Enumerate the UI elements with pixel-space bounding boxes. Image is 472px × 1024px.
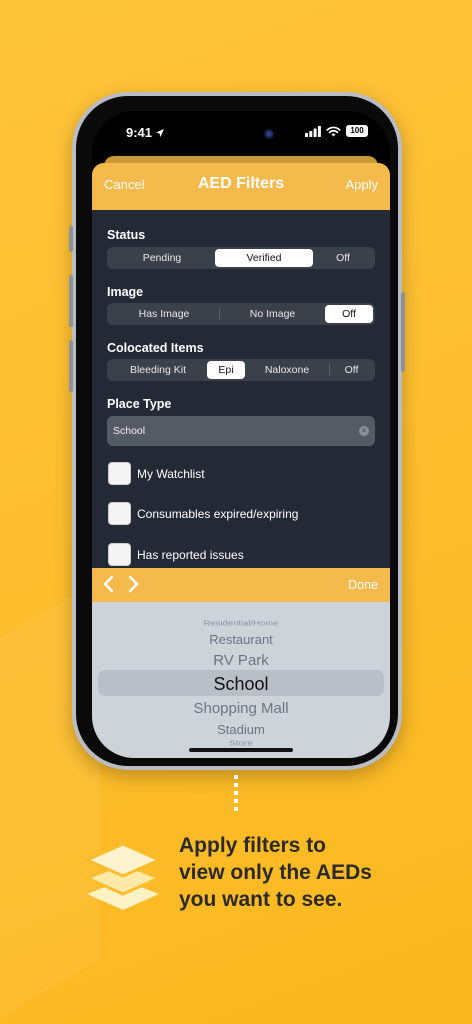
- promo-text: Apply filters to view only the AEDs you …: [179, 832, 419, 913]
- promo-line-1: Apply filters to: [179, 834, 327, 857]
- dotted-connector: [234, 775, 238, 815]
- promo-line-3: you want to see.: [179, 888, 343, 911]
- place-type-label: Place Type: [107, 397, 172, 411]
- cellular-signal-icon: [305, 125, 321, 137]
- place-type-picker[interactable]: Residential/Home Restaurant RV Park Scho…: [92, 602, 390, 758]
- colocated-segmented-control: Bleeding Kit Epi Naloxone Off: [107, 359, 375, 381]
- colocated-option-bleeding-kit[interactable]: Bleeding Kit: [109, 361, 207, 379]
- battery-icon: 100: [346, 125, 368, 137]
- colocated-option-off[interactable]: Off: [330, 361, 373, 379]
- status-label: Status: [107, 228, 146, 242]
- consumables-label: Consumables expired/expiring: [137, 506, 299, 521]
- watchlist-row[interactable]: My Watchlist: [108, 462, 205, 485]
- place-type-value: School: [113, 425, 146, 437]
- colocated-option-epi[interactable]: Epi: [207, 361, 245, 379]
- phone-frame: 9:41 100 Cancel AED Filters Apply Status…: [69, 92, 405, 770]
- camera-icon: [264, 129, 274, 139]
- watchlist-label: My Watchlist: [137, 466, 205, 481]
- image-option-no-image[interactable]: No Image: [220, 305, 325, 323]
- promo-line-2: view only the AEDs: [179, 861, 372, 884]
- status-bar: 9:41 100: [92, 111, 390, 159]
- picker-item[interactable]: RV Park: [92, 652, 390, 669]
- status-segmented-control: Pending Verified Off: [107, 247, 375, 269]
- power-button: [401, 292, 405, 372]
- dynamic-island: [196, 121, 284, 147]
- phone-screen: 9:41 100 Cancel AED Filters Apply Status…: [92, 111, 390, 758]
- cancel-button[interactable]: Cancel: [104, 177, 144, 192]
- picker-item[interactable]: Residential/Home: [92, 619, 390, 627]
- status-option-pending[interactable]: Pending: [109, 249, 215, 267]
- filter-sheet: Cancel AED Filters Apply Status Pending …: [92, 163, 390, 758]
- picker-item-selected[interactable]: School: [92, 674, 390, 695]
- picker-toolbar: Done: [92, 568, 390, 602]
- chevron-right-icon[interactable]: [126, 574, 140, 594]
- picker-item[interactable]: Restaurant: [92, 632, 390, 647]
- watchlist-checkbox[interactable]: [108, 462, 131, 485]
- colocated-items-label: Colocated Items: [107, 341, 204, 355]
- wifi-icon: [326, 126, 341, 136]
- image-option-has-image[interactable]: Has Image: [109, 305, 219, 323]
- reported-issues-checkbox[interactable]: [108, 543, 131, 566]
- place-type-field[interactable]: School ×: [107, 416, 375, 446]
- status-indicators: 100: [305, 125, 368, 137]
- mute-switch: [69, 226, 73, 252]
- picker-item[interactable]: Store: [92, 739, 390, 747]
- sheet-header: Cancel AED Filters Apply: [92, 163, 390, 210]
- home-indicator[interactable]: [189, 748, 293, 752]
- apply-button[interactable]: Apply: [345, 177, 378, 192]
- clear-icon[interactable]: ×: [359, 426, 369, 436]
- chevron-left-icon[interactable]: [102, 574, 116, 594]
- status-time: 9:41: [126, 125, 165, 140]
- image-segmented-control: Has Image No Image Off: [107, 303, 375, 325]
- location-arrow-icon: [156, 128, 165, 137]
- layers-icon: [84, 842, 162, 910]
- image-option-off[interactable]: Off: [325, 305, 373, 323]
- colocated-option-naloxone[interactable]: Naloxone: [245, 361, 329, 379]
- consumables-checkbox[interactable]: [108, 502, 131, 525]
- reported-issues-row[interactable]: Has reported issues: [108, 543, 244, 566]
- consumables-row[interactable]: Consumables expired/expiring: [108, 502, 298, 525]
- image-label: Image: [107, 285, 144, 299]
- picker-item[interactable]: Shopping Mall: [92, 700, 390, 717]
- reported-issues-label: Has reported issues: [137, 547, 244, 562]
- done-button[interactable]: Done: [348, 578, 378, 592]
- status-option-verified[interactable]: Verified: [215, 249, 313, 267]
- volume-up-button: [69, 275, 73, 327]
- picker-item[interactable]: Stadium: [92, 722, 390, 737]
- status-option-off[interactable]: Off: [313, 249, 373, 267]
- phone-bezel: 9:41 100 Cancel AED Filters Apply Status…: [76, 96, 398, 766]
- volume-down-button: [69, 340, 73, 392]
